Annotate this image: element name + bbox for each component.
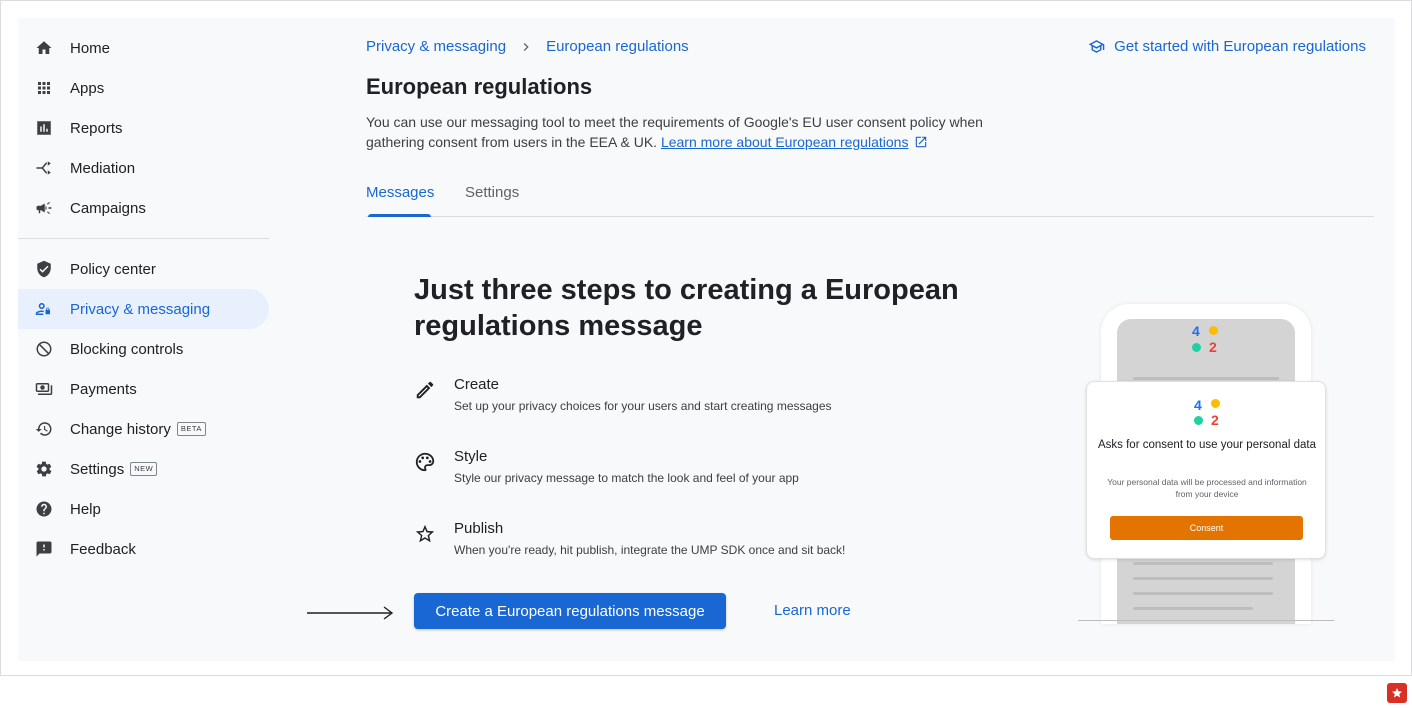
sidebar-item-label: Reports bbox=[70, 119, 123, 137]
payments-icon bbox=[35, 380, 53, 398]
beta-badge: BETA bbox=[176, 422, 206, 436]
page-description: You can use our messaging tool to meet t… bbox=[366, 112, 1006, 152]
logo-digit-four: 4 bbox=[1194, 397, 1202, 413]
pointer-arrow-icon bbox=[307, 606, 394, 620]
extension-star-icon[interactable] bbox=[1387, 683, 1407, 703]
illustration-baseline bbox=[1078, 620, 1334, 621]
block-icon bbox=[35, 340, 53, 358]
school-cap-icon bbox=[1088, 40, 1105, 53]
sidebar-item-label: Blocking controls bbox=[70, 340, 184, 358]
sidebar-item-home[interactable]: Home bbox=[18, 28, 269, 68]
logo-dot-green bbox=[1192, 343, 1201, 352]
sidebar-item-label: Feedback bbox=[70, 540, 136, 558]
sidebar-item-settings[interactable]: Settings NEW bbox=[18, 449, 269, 489]
learn-more-button[interactable]: Learn more bbox=[774, 602, 851, 619]
sidebar-divider bbox=[18, 238, 269, 239]
breadcrumb: Privacy & messaging European regulations bbox=[366, 38, 689, 55]
step-description: Set up your privacy choices for your use… bbox=[454, 399, 832, 413]
sidebar-item-label: Help bbox=[70, 500, 101, 518]
palette-icon bbox=[414, 451, 436, 473]
page-title: European regulations bbox=[366, 74, 593, 99]
sidebar-item-apps[interactable]: Apps bbox=[18, 68, 269, 108]
sidebar-item-label: Apps bbox=[70, 79, 105, 97]
tab-settings[interactable]: Settings bbox=[465, 184, 519, 201]
sidebar-item-policy-center[interactable]: Policy center bbox=[18, 249, 269, 289]
screen-line bbox=[1133, 577, 1273, 580]
screen-line bbox=[1133, 592, 1273, 595]
pencil-icon bbox=[414, 379, 436, 401]
tab-bar: Messages Settings bbox=[366, 182, 1374, 217]
feedback-icon bbox=[35, 540, 53, 558]
sidebar-item-label: Settings bbox=[70, 460, 125, 478]
sidebar-item-label: Privacy & messaging bbox=[70, 300, 211, 318]
consent-card-illustration: 4 2 Asks for consent to use your persona… bbox=[1086, 381, 1326, 559]
step-title: Style bbox=[454, 448, 488, 465]
sidebar-item-label: Campaigns bbox=[70, 199, 146, 217]
sidebar-item-help[interactable]: Help bbox=[18, 489, 269, 529]
sidebar-item-label: Change history bbox=[70, 420, 171, 438]
sidebar-item-privacy-messaging[interactable]: Privacy & messaging bbox=[18, 289, 269, 329]
step-title: Create bbox=[454, 376, 500, 393]
sidebar-item-payments[interactable]: Payments bbox=[18, 369, 269, 409]
sidebar-item-campaigns[interactable]: Campaigns bbox=[18, 188, 269, 228]
consent-card-title: Asks for consent to use your personal da… bbox=[1098, 439, 1316, 451]
breadcrumb-current[interactable]: European regulations bbox=[546, 38, 689, 55]
window-frame: Home Apps Reports Mediation Campaigns Po… bbox=[0, 0, 1412, 676]
hero-title: Just three steps to creating a European … bbox=[414, 274, 959, 342]
sidebar-item-reports[interactable]: Reports bbox=[18, 108, 269, 148]
logo-digit-four: 4 bbox=[1192, 323, 1200, 339]
active-tab-indicator bbox=[368, 214, 431, 217]
logo-dot-yellow bbox=[1211, 399, 1220, 408]
new-badge: NEW bbox=[130, 462, 158, 476]
tab-messages[interactable]: Messages bbox=[366, 184, 434, 201]
logo-dot-yellow bbox=[1209, 326, 1218, 335]
help-icon bbox=[35, 500, 53, 518]
app-container: Home Apps Reports Mediation Campaigns Po… bbox=[18, 18, 1395, 661]
star-icon bbox=[414, 523, 436, 545]
logo-digit-two: 2 bbox=[1209, 339, 1217, 355]
screen-line bbox=[1133, 562, 1273, 565]
mediation-icon bbox=[35, 159, 53, 177]
logo-dot-green bbox=[1194, 416, 1203, 425]
consent-card-subtitle: Your personal data will be processed and… bbox=[1107, 477, 1307, 499]
home-icon bbox=[35, 39, 53, 57]
learn-more-link-label: Learn more about European regulations bbox=[660, 134, 909, 150]
sidebar-item-label: Policy center bbox=[70, 260, 156, 278]
apps-grid-icon bbox=[35, 79, 53, 97]
sidebar-item-feedback[interactable]: Feedback bbox=[18, 529, 269, 569]
get-started-link[interactable]: Get started with European regulations bbox=[1088, 38, 1366, 55]
create-message-button[interactable]: Create a European regulations message bbox=[414, 593, 726, 629]
step-title: Publish bbox=[454, 520, 504, 537]
external-link-icon bbox=[916, 136, 927, 148]
sidebar-nav: Home Apps Reports Mediation Campaigns Po… bbox=[18, 28, 269, 569]
learn-more-regulations-link[interactable]: Learn more about European regulations bbox=[661, 134, 909, 150]
step-description: When you're ready, hit publish, integrat… bbox=[454, 543, 846, 557]
sidebar-item-blocking-controls[interactable]: Blocking controls bbox=[18, 329, 269, 369]
gear-icon bbox=[35, 460, 53, 478]
breadcrumb-parent-link[interactable]: Privacy & messaging bbox=[366, 38, 506, 55]
sidebar-item-label: Payments bbox=[70, 380, 137, 398]
sidebar-item-label: Home bbox=[70, 39, 111, 57]
sidebar-item-change-history[interactable]: Change history BETA bbox=[18, 409, 269, 449]
consent-illustration-button: Consent bbox=[1110, 516, 1303, 540]
screen-line bbox=[1133, 377, 1279, 380]
campaigns-megaphone-icon bbox=[35, 199, 53, 217]
step-description: Style our privacy message to match the l… bbox=[454, 471, 799, 485]
logo-digit-two: 2 bbox=[1211, 412, 1219, 428]
screen-line bbox=[1133, 607, 1253, 610]
sidebar-item-label: Mediation bbox=[70, 159, 136, 177]
shield-check-icon bbox=[35, 260, 53, 278]
reports-icon bbox=[35, 119, 53, 137]
chevron-right-icon bbox=[523, 42, 529, 51]
get-started-label: Get started with European regulations bbox=[1114, 38, 1366, 55]
sidebar-item-mediation[interactable]: Mediation bbox=[18, 148, 269, 188]
privacy-person-icon bbox=[35, 300, 53, 318]
history-icon bbox=[35, 420, 53, 438]
